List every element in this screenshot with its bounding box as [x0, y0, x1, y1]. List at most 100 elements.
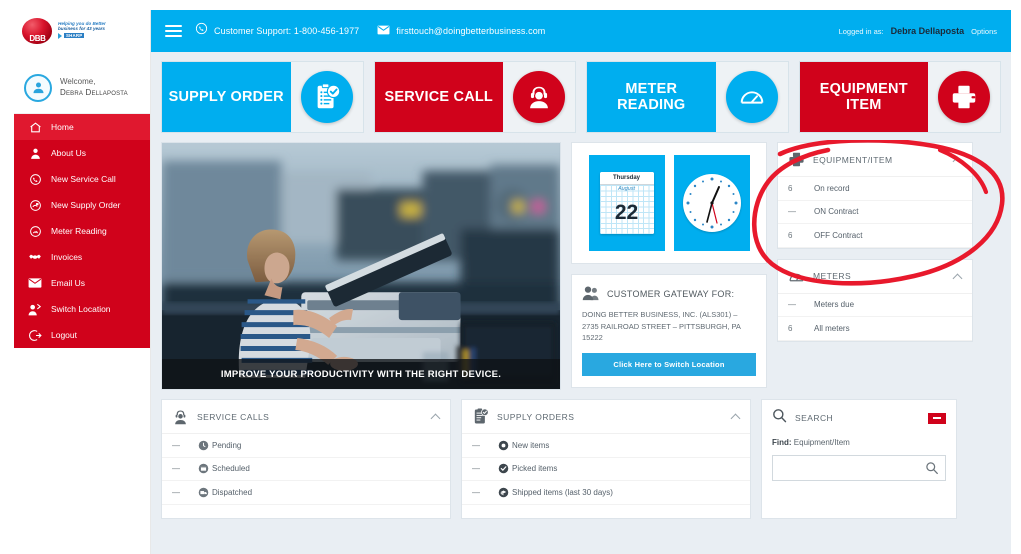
stat-row-picked-items[interactable]: — Picked items	[462, 458, 750, 481]
chevron-up-icon[interactable]	[953, 155, 962, 164]
stat-value: —	[788, 300, 796, 310]
welcome-username: Debra Dellaposta	[60, 87, 128, 97]
calendar-body: August 22	[599, 185, 654, 234]
gear-dot-icon	[498, 440, 512, 451]
truck-dot-icon	[198, 487, 212, 498]
options-link[interactable]: Options	[971, 27, 997, 36]
tile-label: METER READING	[587, 62, 716, 132]
action-tiles: SUPPLY ORDER SERVICE CALL METER READING …	[151, 52, 1011, 133]
sidebar-item-new-service-call[interactable]: New Service Call	[14, 166, 150, 192]
sidebar-item-home[interactable]: Home	[14, 114, 150, 140]
clipboard-check-icon	[300, 71, 353, 123]
tile-iconbox	[928, 62, 1000, 132]
search-icon	[772, 408, 787, 428]
calendar-weekday: Thursday	[599, 172, 654, 185]
printer-icon	[788, 151, 805, 168]
sidebar-item-email-us[interactable]: Email Us	[14, 270, 150, 296]
tile-label: SUPPLY ORDER	[162, 62, 291, 132]
logged-in-block: Logged in as: Debra Dellaposta Options	[839, 26, 997, 36]
stat-value: 6	[788, 230, 793, 240]
tile-label: EQUIPMENT ITEM	[799, 62, 928, 132]
stat-row-on-record[interactable]: 6 On record	[778, 177, 972, 201]
handshake-icon	[28, 250, 42, 264]
sidebar-item-label: Invoices	[51, 252, 83, 262]
search-submit-icon[interactable]	[919, 461, 945, 475]
logout-icon	[28, 328, 42, 342]
hamburger-icon[interactable]	[165, 24, 182, 38]
stat-value: —	[788, 207, 796, 217]
sidebar-item-invoices[interactable]: Invoices	[14, 244, 150, 270]
tile-meter-reading[interactable]: METER READING	[586, 61, 789, 133]
supply-orders-header: SUPPLY ORDERS	[462, 400, 750, 434]
chevron-up-icon[interactable]	[953, 272, 962, 281]
tile-iconbox	[290, 62, 363, 132]
stat-label: Dispatched	[212, 487, 253, 497]
sidebar-item-about-us[interactable]: About Us	[14, 140, 150, 166]
sidebar-item-label: New Supply Order	[51, 200, 121, 210]
stat-label: Scheduled	[212, 464, 250, 474]
top-bar: Customer Support: 1-800-456-1977 firstto…	[151, 10, 1011, 52]
stat-row-off-contract[interactable]: 6 OFF Contract	[778, 224, 972, 248]
chevron-right-icon	[58, 32, 62, 39]
stat-row-dispatched[interactable]: — Dispatched	[162, 481, 450, 505]
stat-label: Picked items	[512, 464, 558, 474]
support-email-block[interactable]: firsttouch@doingbetterbusiness.com	[377, 22, 545, 40]
tile-supply-order[interactable]: SUPPLY ORDER	[161, 61, 364, 133]
stat-row-new-items[interactable]: — New items	[462, 434, 750, 458]
equipment-panel-header: EQUIPMENT/ITEM	[778, 143, 972, 177]
calendar-day: 22	[614, 200, 639, 224]
logo-initials: DBB	[29, 34, 46, 43]
sidebar-item-meter-reading[interactable]: Meter Reading	[14, 218, 150, 244]
stat-label: OFF Contract	[814, 230, 863, 240]
sidebar-item-logout[interactable]: Logout	[14, 322, 150, 348]
meters-panel-title: METERS	[813, 271, 852, 281]
box-hand-icon	[28, 198, 42, 212]
calendar-dot-icon	[198, 463, 212, 474]
service-calls-title: SERVICE CALLS	[197, 411, 270, 422]
minimize-badge-icon[interactable]	[928, 412, 946, 424]
home-icon	[28, 120, 42, 134]
stat-value: —	[172, 440, 180, 450]
stat-value: —	[472, 464, 480, 474]
box-dot-icon	[498, 487, 512, 498]
calendar-tile[interactable]: Thursday August 22	[588, 155, 665, 251]
stat-value: —	[472, 440, 480, 450]
sidebar-nav: Home About Us New Service Call New Suppl…	[14, 114, 150, 348]
search-input-wrapper[interactable]	[772, 455, 946, 481]
stat-value: 6	[788, 183, 793, 193]
supply-orders-panel: SUPPLY ORDERS — New items — Picked items	[461, 399, 751, 519]
search-input[interactable]	[773, 456, 919, 480]
stat-label: All meters	[814, 323, 850, 333]
analog-clock-icon	[682, 174, 741, 232]
clock-tile[interactable]	[673, 155, 750, 251]
sidebar-item-switch-location[interactable]: Switch Location	[14, 296, 150, 322]
stat-value: —	[172, 487, 180, 497]
brand-logo[interactable]: DBB Helping you do Better business for 4…	[14, 10, 150, 62]
stat-value: 6	[788, 323, 793, 333]
stat-row-on-contract[interactable]: — ON Contract	[778, 201, 972, 224]
stat-row-meters-due[interactable]: — Meters due	[778, 294, 972, 317]
service-calls-header: SERVICE CALLS	[162, 400, 450, 434]
gauge-icon	[725, 71, 778, 123]
stat-row-shipped-items[interactable]: — Shipped items (last 30 days)	[462, 481, 750, 505]
sidebar-item-new-supply-order[interactable]: New Supply Order	[14, 192, 150, 218]
chevron-up-icon[interactable]	[731, 412, 740, 421]
stat-row-scheduled[interactable]: — Scheduled	[162, 458, 450, 481]
gateway-title: CUSTOMER GATEWAY FOR:	[607, 289, 735, 299]
chevron-up-icon[interactable]	[431, 412, 440, 421]
stat-label: Shipped items (last 30 days)	[512, 487, 613, 497]
person-icon	[28, 146, 42, 160]
hero-banner[interactable]: IMPROVE YOUR PRODUCTIVITY WITH THE RIGHT…	[161, 142, 561, 390]
tile-service-call[interactable]: SERVICE CALL	[373, 61, 576, 133]
date-time-widget: Thursday August 22	[571, 142, 767, 264]
switch-location-button[interactable]: Click Here to Switch Location	[582, 352, 756, 376]
customer-support-block: Customer Support: 1-800-456-1977	[195, 22, 359, 40]
sidebar: DBB Helping you do Better business for 4…	[14, 10, 151, 554]
service-calls-panel: SERVICE CALLS — Pending — Scheduled — Di…	[161, 399, 451, 519]
tile-equipment-item[interactable]: EQUIPMENT ITEM	[798, 61, 1001, 133]
stat-row-all-meters[interactable]: 6 All meters	[778, 317, 972, 341]
switch-user-icon	[28, 302, 42, 316]
search-panel-title: SEARCH	[795, 413, 834, 423]
stat-row-pending[interactable]: — Pending	[162, 434, 450, 458]
search-find-row: Find: Equipment/Item	[762, 436, 956, 455]
